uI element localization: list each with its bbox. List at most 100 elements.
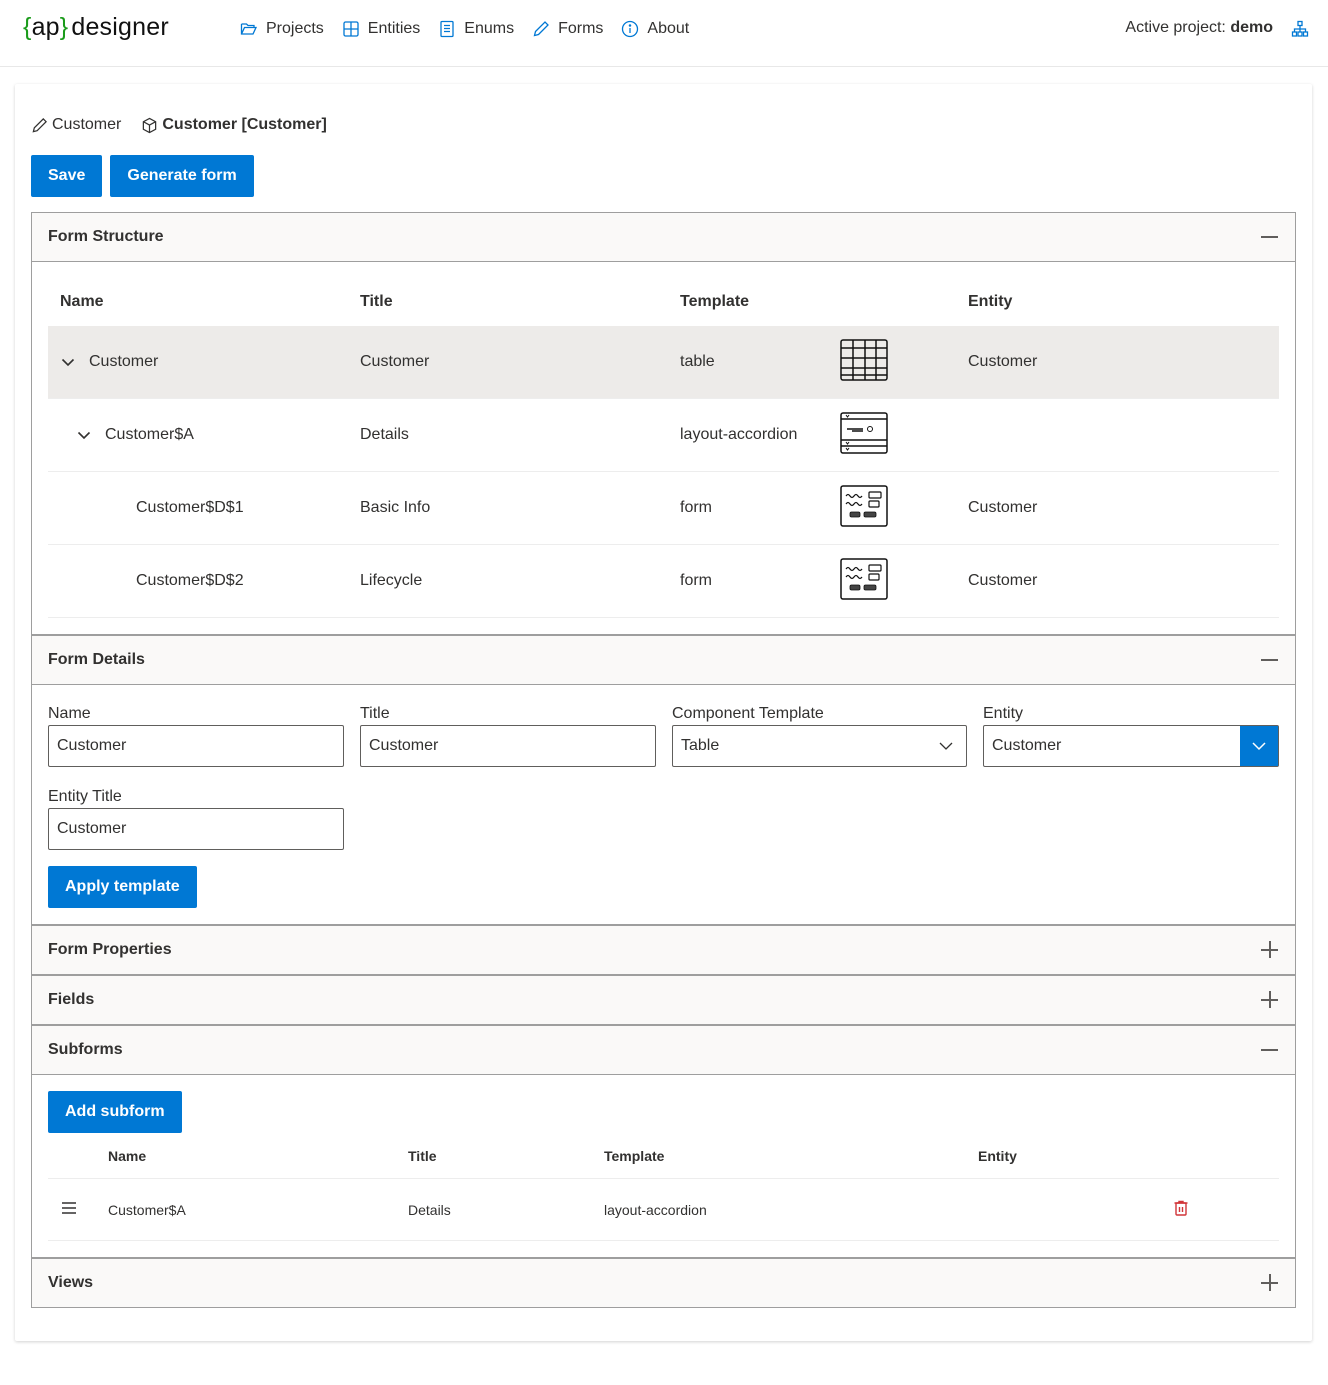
- nav-enums[interactable]: Enums: [438, 18, 514, 40]
- pencil-icon: [533, 21, 549, 37]
- apply-template-button[interactable]: Apply template: [48, 866, 197, 908]
- hierarchy-icon[interactable]: [1291, 20, 1309, 38]
- table-row[interactable]: Customer$A Details layout-accordion: [48, 399, 1279, 472]
- row-name: Customer$D$1: [136, 499, 244, 516]
- chevron-down-icon[interactable]: [76, 427, 92, 443]
- breadcrumb-entity[interactable]: Customer [Customer]: [141, 116, 327, 134]
- component-template-label: Component Template: [672, 705, 824, 722]
- column-header-name: Name: [108, 1147, 147, 1164]
- add-subform-button[interactable]: Add subform: [48, 1091, 182, 1133]
- section-title: Subforms: [48, 1041, 123, 1058]
- nav-projects[interactable]: Projects: [240, 18, 324, 40]
- folder-open-icon: [240, 23, 258, 35]
- drag-handle-icon[interactable]: [60, 1199, 78, 1217]
- logo-brace-open: {: [23, 13, 32, 41]
- accordion-template-icon: [840, 411, 888, 454]
- entity-value: Customer: [992, 737, 1062, 754]
- cell-name: Customer: [48, 353, 360, 371]
- entity-title-input[interactable]: Customer: [48, 808, 344, 850]
- form-details-row: Name Customer Title Customer Component T…: [48, 703, 1279, 767]
- logo-ap: ap: [31, 13, 60, 41]
- subform-title: Details: [408, 1201, 451, 1218]
- chevron-down-icon: [939, 742, 953, 750]
- section-form-structure: Form Structure Name Title Template Entit…: [31, 212, 1296, 635]
- chevron-down-icon: [1252, 742, 1266, 751]
- logo-brace-close: }: [59, 13, 69, 41]
- column-header-entity[interactable]: Entity: [968, 293, 1279, 311]
- name-field: Name Customer: [48, 703, 344, 767]
- entity-dropdown-button[interactable]: [1240, 726, 1278, 766]
- nav-label: About: [647, 20, 690, 37]
- expand-icon[interactable]: [1261, 941, 1279, 959]
- logo-text: designer: [71, 13, 169, 41]
- grid-icon: [343, 21, 359, 37]
- active-project-label: Active project:: [1125, 19, 1226, 36]
- name-input[interactable]: Customer: [48, 725, 344, 767]
- section-title: Form Properties: [48, 941, 172, 958]
- expand-icon[interactable]: [1261, 1274, 1279, 1292]
- section-header[interactable]: Form Structure: [32, 213, 1295, 261]
- section-header[interactable]: Views: [32, 1259, 1295, 1307]
- row-template: form: [680, 572, 712, 589]
- table-row[interactable]: Customer Customer table Customer: [48, 326, 1279, 399]
- nav-about[interactable]: About: [621, 18, 689, 40]
- component-template-field: Component Template Table: [672, 703, 967, 767]
- row-entity: Customer: [968, 572, 1038, 589]
- name-label: Name: [48, 705, 91, 722]
- name-value: Customer: [57, 737, 127, 754]
- nav-label: Enums: [464, 20, 515, 37]
- column-header-title[interactable]: Title: [360, 293, 680, 311]
- component-template-dropdown[interactable]: Table: [672, 725, 967, 767]
- row-entity: Customer: [968, 499, 1038, 516]
- section-form-properties: Form Properties: [31, 924, 1296, 975]
- cell-template-icon: [840, 557, 968, 605]
- section-body: Name Customer Title Customer Component T…: [32, 684, 1295, 924]
- section-header[interactable]: Fields: [32, 976, 1295, 1024]
- nav-forms[interactable]: Forms: [532, 18, 603, 40]
- chevron-down-icon[interactable]: [60, 354, 76, 370]
- row-template: table: [680, 353, 715, 370]
- column-header-name[interactable]: Name: [48, 293, 360, 311]
- editor-accordion: Form Structure Name Title Template Entit…: [31, 212, 1296, 1308]
- pencil-icon: [32, 117, 47, 132]
- nav-label: Forms: [558, 20, 604, 37]
- expand-icon[interactable]: [1261, 991, 1279, 1009]
- cell-name: Customer$D$2: [48, 572, 360, 590]
- top-bar: {ap} designer Projects Entities Enums For…: [0, 0, 1328, 67]
- trash-icon[interactable]: [1172, 1199, 1190, 1217]
- table-row[interactable]: Customer$D$1 Basic Info form Customer: [48, 472, 1279, 545]
- cell-template-icon: [840, 338, 968, 386]
- save-button[interactable]: Save: [31, 155, 103, 197]
- entity-title-label: Entity Title: [48, 788, 122, 805]
- generate-form-button[interactable]: Generate form: [110, 155, 254, 197]
- nav-label: Projects: [266, 20, 324, 37]
- subform-row[interactable]: Customer$A Details layout-accordion: [48, 1179, 1279, 1241]
- section-title: Views: [48, 1274, 94, 1291]
- table-header: Name Title Template Entity: [48, 278, 1279, 326]
- collapse-icon[interactable]: [1261, 1041, 1279, 1059]
- row-title: Lifecycle: [360, 572, 423, 589]
- section-header[interactable]: Subforms: [32, 1026, 1295, 1074]
- column-header-title: Title: [408, 1147, 437, 1164]
- entity-combobox[interactable]: Customer: [983, 725, 1279, 767]
- cell-name: Customer$A: [48, 426, 360, 444]
- section-header[interactable]: Form Properties: [32, 926, 1295, 974]
- nav-entities[interactable]: Entities: [342, 18, 420, 40]
- column-header-entity: Entity: [978, 1147, 1017, 1164]
- section-subforms: Subforms Add subform Name Title Template…: [31, 1024, 1296, 1258]
- app-logo[interactable]: {ap} designer: [23, 13, 169, 42]
- title-input[interactable]: Customer: [360, 725, 656, 767]
- column-header-template[interactable]: Template: [680, 293, 840, 311]
- cell-name: Customer$D$1: [48, 499, 360, 517]
- table-row[interactable]: Customer$D$2 Lifecycle form Customer: [48, 545, 1279, 618]
- section-header[interactable]: Form Details: [32, 636, 1295, 684]
- breadcrumb-form-label: Customer: [52, 116, 122, 133]
- collapse-icon[interactable]: [1261, 651, 1279, 669]
- active-project: Active project: demo: [1125, 19, 1273, 37]
- section-title: Fields: [48, 991, 95, 1008]
- form-structure-table: Name Title Template Entity Customer Cust…: [32, 262, 1295, 634]
- breadcrumb-form[interactable]: Customer: [31, 116, 121, 134]
- row-title: Customer: [360, 353, 430, 370]
- cell-template-icon: [840, 411, 968, 459]
- collapse-icon[interactable]: [1261, 228, 1279, 246]
